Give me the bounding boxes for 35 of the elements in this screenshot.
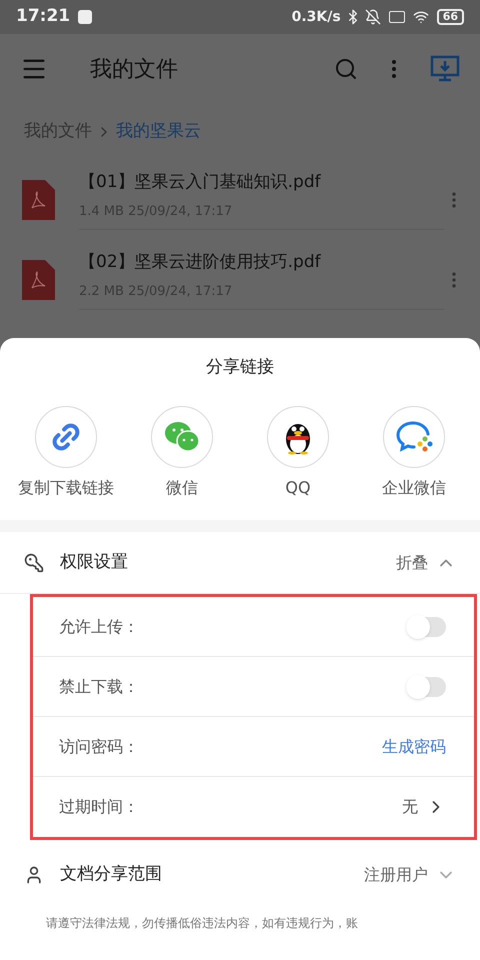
clock-time: 17:21 [16,5,70,28]
chat-bubbles-icon [164,421,200,453]
network-speed: 0.3K/s [292,8,341,26]
share-target[interactable]: 微信 [124,406,240,500]
app-notification-icon [78,10,92,24]
setting-label: 访问密码： [59,736,139,758]
sheet-title: 分享链接 [206,356,274,380]
share-target[interactable]: 复制下载链接 [8,406,124,500]
scope-select[interactable]: 注册用户 [364,863,456,887]
toggle-switch[interactable] [406,616,446,636]
collapse-button[interactable]: 折叠 [396,550,456,574]
file-name[interactable]: 【01】坚果云入门基础知识.pdf [79,170,444,196]
key-icon [24,552,44,572]
page-title: 我的文件 [90,56,178,84]
toggle-switch[interactable] [406,676,446,696]
section-title: 文档分享范围 [60,863,162,886]
file-name[interactable]: 【02】坚果云进阶使用技巧.pdf [79,250,444,276]
pdf-file-icon [22,180,55,220]
section-title: 权限设置 [60,550,128,574]
share-target[interactable]: QQ [240,406,356,500]
expiry-select[interactable]: 无 [402,795,446,819]
wifi-icon [412,9,429,25]
chat-bubble-icon [395,420,433,454]
notice-text: 请遵守法律法规，勿传播低俗违法内容，如有违规行为，账 [46,916,358,930]
sim-icon [388,11,405,23]
generate-password-link[interactable]: 生成密码 [382,734,446,758]
setting-label: 禁止下载： [59,676,139,698]
setting-label: 允许上传： [59,616,139,638]
share-target[interactable]: 企业微信 [356,406,472,500]
pdf-file-icon [22,260,55,300]
setting-label: 过期时间： [59,796,139,818]
search-icon[interactable] [334,57,358,81]
battery-level: 66 [436,9,464,25]
bell-off-icon [364,9,381,25]
monitor-download-icon[interactable] [430,54,460,84]
